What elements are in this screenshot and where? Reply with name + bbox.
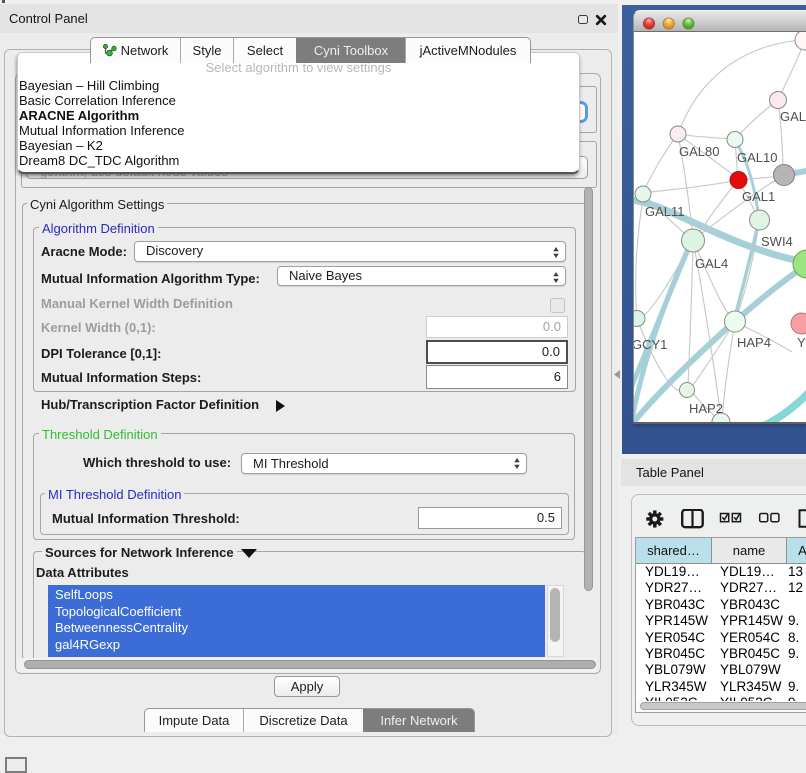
svg-text:YD: YD	[797, 335, 806, 350]
svg-text:GAL7: GAL7	[780, 109, 806, 124]
svg-text:GCY1: GCY1	[634, 337, 667, 352]
svg-text:SWI4: SWI4	[761, 234, 793, 249]
svg-text:GAL80: GAL80	[679, 144, 719, 159]
svg-text:GAL1: GAL1	[742, 189, 775, 204]
svg-text:GAL4: GAL4	[695, 256, 728, 271]
svg-text:GAL11: GAL11	[645, 204, 685, 219]
svg-text:HAP2: HAP2	[689, 401, 723, 416]
svg-text:GAL10: GAL10	[737, 150, 777, 165]
svg-text:HAP4: HAP4	[737, 335, 771, 350]
